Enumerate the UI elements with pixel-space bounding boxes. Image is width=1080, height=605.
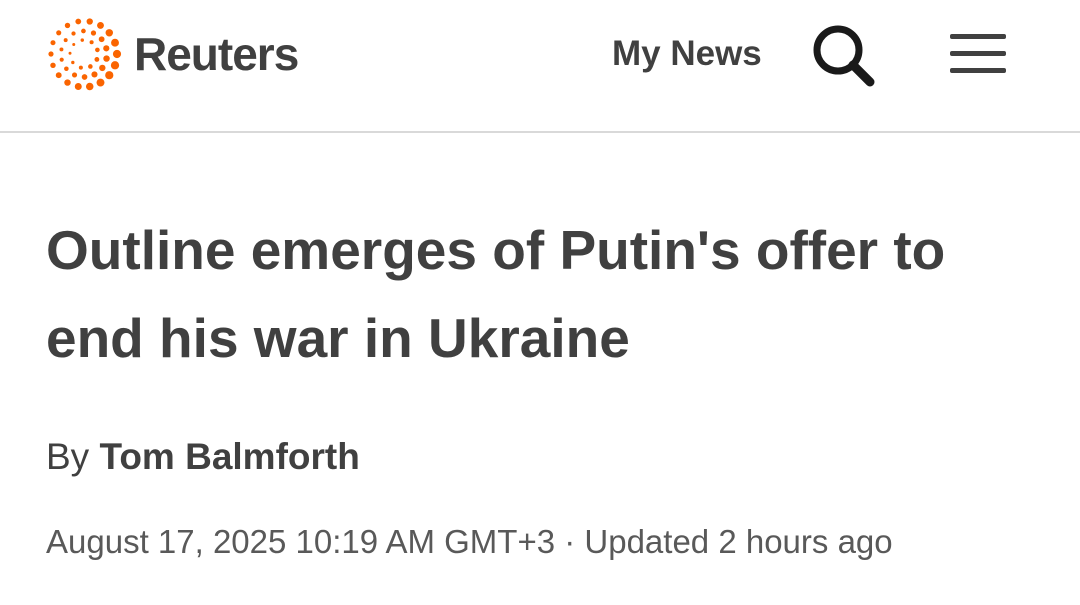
article-dateline: August 17, 2025 10:19 AM GMT+3 · Updated…: [46, 523, 893, 560]
logo-dot: [56, 30, 62, 36]
logo-dot: [74, 83, 82, 90]
logo-dot: [63, 38, 68, 43]
article-headline: Outline emerges of Putin's offer to end …: [46, 219, 946, 369]
logo-text: Reuters: [134, 28, 299, 80]
logo-dot: [95, 47, 100, 53]
logo-dot: [50, 40, 56, 46]
site-header: Reuters My News: [0, 0, 1080, 133]
logo-dot: [59, 47, 64, 52]
logo-dot: [98, 36, 105, 43]
logo-dot: [72, 42, 76, 46]
logo-dot: [81, 74, 88, 80]
reuters-logo-icon: [48, 18, 122, 91]
logo-dot: [50, 62, 56, 69]
logo-dot: [86, 18, 93, 25]
byline-prefix: By: [46, 436, 90, 477]
logo-dot: [89, 40, 94, 45]
menu-button[interactable]: [946, 26, 1010, 82]
logo-dot: [94, 57, 100, 62]
logo-dot: [112, 49, 122, 59]
logo-dot: [103, 55, 110, 62]
search-icon: [813, 25, 875, 87]
logo-dot: [48, 51, 54, 57]
logo-dot: [64, 66, 69, 72]
logo-dot: [111, 38, 119, 47]
logo-dot: [64, 79, 71, 86]
logo-dot: [55, 72, 62, 79]
logo-dot: [97, 21, 104, 29]
logo-dot: [103, 45, 110, 52]
byline: By Tom Balmforth: [46, 436, 360, 478]
logo-dot: [88, 64, 93, 69]
logo-dot: [105, 29, 113, 37]
logo-dot: [59, 57, 64, 62]
logo-dot: [71, 31, 76, 36]
logo-dot: [96, 78, 105, 87]
my-news-link[interactable]: My News: [612, 34, 762, 74]
hamburger-menu-icon: [950, 34, 1006, 73]
reuters-logo[interactable]: Reuters: [44, 14, 299, 94]
logo-dot: [80, 38, 84, 42]
logo-dot: [85, 82, 94, 91]
logo-dot: [90, 30, 97, 36]
logo-dot: [105, 71, 114, 80]
logo-dot: [68, 51, 72, 55]
logo-dot: [78, 65, 83, 70]
author-link[interactable]: Tom Balmforth: [99, 436, 359, 477]
logo-dot: [71, 60, 75, 65]
search-button[interactable]: [810, 22, 876, 88]
logo-dot: [110, 61, 120, 70]
logo-dot: [64, 22, 71, 29]
logo-dot: [75, 18, 82, 25]
logo-dot: [71, 72, 78, 78]
logo-dot: [91, 71, 98, 78]
logo-dot: [81, 28, 86, 34]
logo-dot: [99, 64, 106, 72]
